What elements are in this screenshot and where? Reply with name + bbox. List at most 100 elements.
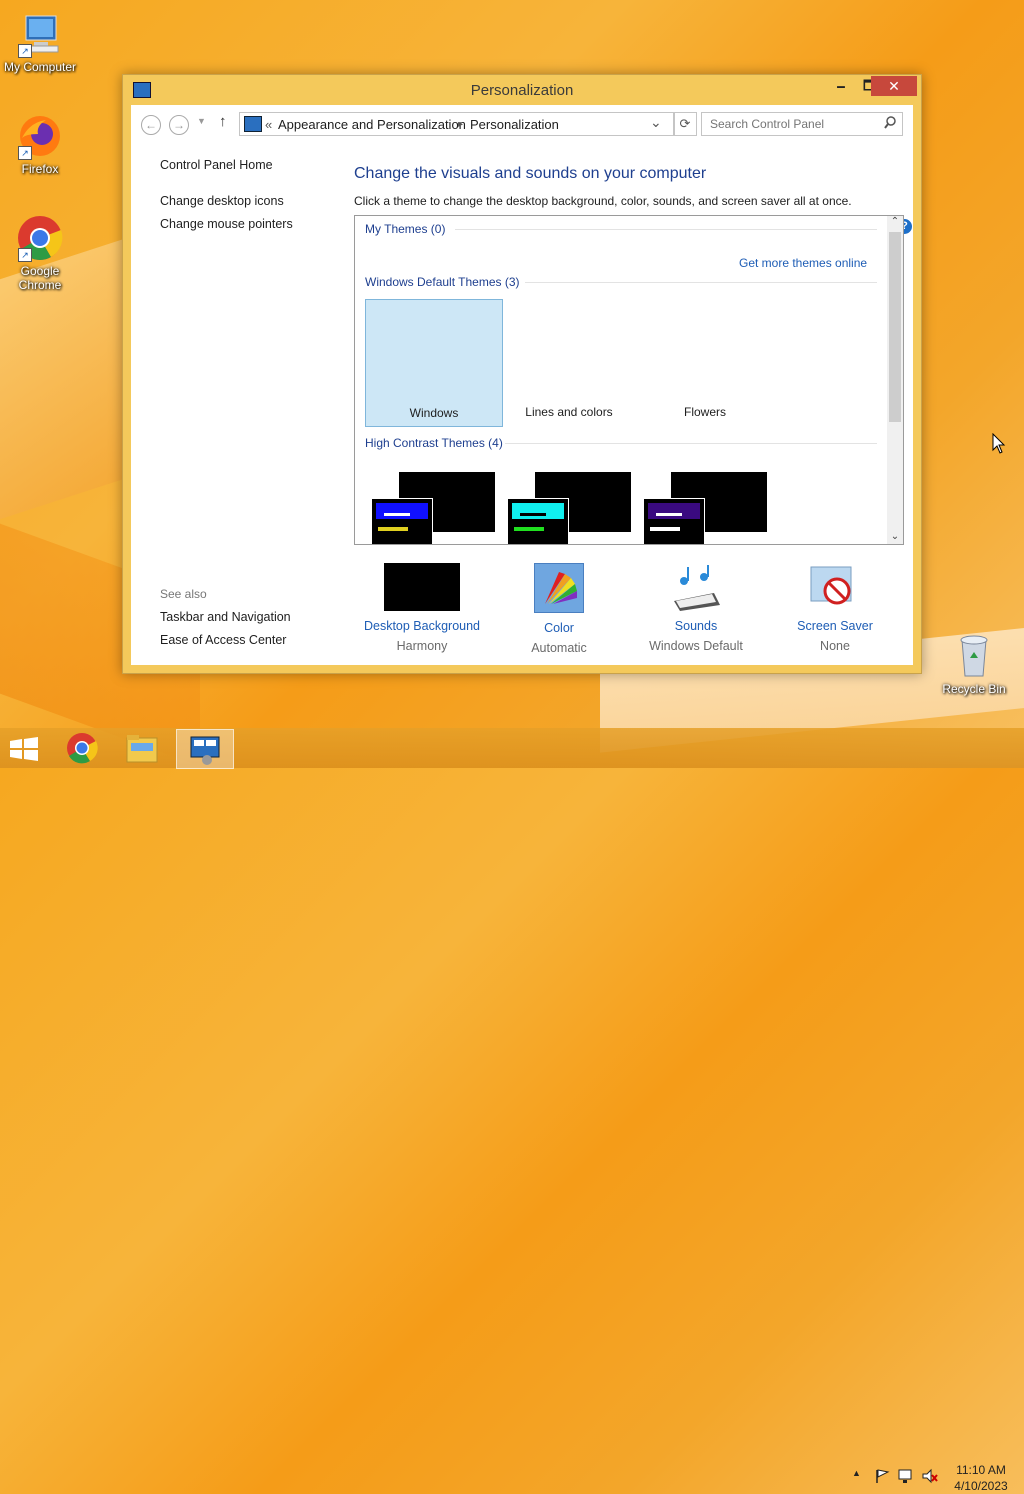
windows-logo-icon	[10, 737, 38, 761]
my-themes-header[interactable]: My Themes (0)	[365, 222, 445, 236]
up-button[interactable]: ↑	[219, 113, 227, 130]
back-button[interactable]: ←	[141, 115, 161, 135]
scroll-down-icon[interactable]: ⌄	[887, 531, 903, 542]
hc-title-line	[520, 513, 546, 516]
default-themes-header[interactable]: Windows Default Themes (3)	[365, 275, 520, 289]
personalization-window: Personalization 🗕 🗖 ✕ ← → ▼ ↑ « Appearan…	[122, 74, 922, 674]
chrome-icon: ↗	[16, 214, 64, 262]
breadcrumb-arrow-icon[interactable]: ▸	[458, 119, 463, 130]
hc-preview-front	[371, 498, 433, 544]
desktop-icon-google-chrome[interactable]: ↗ Google Chrome	[0, 214, 80, 292]
folder-icon	[126, 735, 158, 763]
screen-saver-setting[interactable]: Screen Saver None	[770, 563, 900, 653]
divider	[455, 229, 877, 230]
tray-overflow-icon[interactable]: ▲	[852, 1468, 861, 1478]
network-icon[interactable]	[898, 1468, 914, 1487]
taskbar: ▲ 11:10 AM 4/10/2023	[0, 728, 1024, 1493]
title-bar[interactable]: Personalization 🗕 🗖 ✕	[123, 75, 921, 105]
scroll-up-icon[interactable]: ⌃	[887, 216, 903, 227]
change-desktop-icons-link[interactable]: Change desktop icons	[160, 194, 284, 208]
hc-title-bar	[512, 503, 564, 519]
setting-name: Sounds	[674, 619, 718, 633]
page-title: Change the visuals and sounds on your co…	[354, 165, 707, 182]
setting-value: Automatic	[531, 641, 587, 655]
recent-pages-chevron-icon[interactable]: ▼	[197, 116, 206, 126]
clock-time: 11:10 AM	[956, 1463, 1006, 1477]
high-contrast-header[interactable]: High Contrast Themes (4)	[365, 436, 503, 450]
hc-preview-front	[643, 498, 705, 544]
theme-high-contrast-2[interactable]	[501, 472, 637, 544]
desktop-icon-label: My Computer	[3, 60, 77, 74]
theme-high-contrast-1[interactable]	[365, 472, 501, 544]
setting-name: Color	[544, 621, 574, 635]
taskbar-navigation-link[interactable]: Taskbar and Navigation	[160, 610, 291, 624]
color-palette-icon	[534, 563, 584, 613]
refresh-button[interactable]: ⟳	[673, 112, 697, 136]
hc-text-line	[650, 527, 680, 531]
page-description: Click a theme to change the desktop back…	[354, 194, 852, 208]
desktop-background-setting[interactable]: Desktop Background Harmony	[357, 563, 487, 653]
theme-label: Flowers	[683, 405, 726, 419]
desktop-icon-my-computer[interactable]: ↗ My Computer	[0, 10, 80, 74]
setting-value: None	[820, 639, 850, 653]
desktop-icon-label: Google Chrome	[18, 264, 62, 292]
theme-windows[interactable]: Windows	[365, 299, 503, 427]
hc-title-bar	[648, 503, 700, 519]
breadcrumb-personalization[interactable]: Personalization	[470, 117, 559, 132]
recycle-bin-icon	[950, 632, 998, 680]
address-bar[interactable]: « Appearance and Personalization ▸ Perso…	[239, 112, 675, 136]
themes-scrollbar[interactable]: ⌃ ⌄	[887, 216, 903, 544]
control-panel-home-link[interactable]: Control Panel Home	[160, 158, 273, 172]
firefox-icon: ↗	[16, 112, 64, 160]
start-button[interactable]	[0, 729, 48, 767]
taskbar-chrome[interactable]	[58, 729, 106, 767]
hc-preview-front	[507, 498, 569, 544]
taskbar-control-panel[interactable]	[176, 729, 234, 769]
search-input[interactable]	[708, 116, 872, 132]
breadcrumb-overflow[interactable]: «	[265, 117, 272, 132]
volume-muted-icon[interactable]	[922, 1468, 938, 1487]
setting-name: Screen Saver	[797, 619, 873, 633]
address-dropdown-icon[interactable]: ⌄	[650, 114, 662, 131]
control-panel-icon	[190, 736, 220, 765]
theme-flowers[interactable]: Flowers	[637, 299, 773, 425]
color-setting[interactable]: Color Automatic	[494, 563, 624, 655]
setting-value: Windows Default	[649, 639, 743, 653]
ease-of-access-link[interactable]: Ease of Access Center	[160, 633, 286, 647]
hc-text-line	[514, 527, 544, 531]
get-more-themes-link[interactable]: Get more themes online	[739, 256, 867, 270]
theme-lines-and-colors[interactable]: Lines and colors	[501, 299, 637, 425]
setting-name: Desktop Background	[363, 619, 481, 633]
theme-label: Lines and colors	[525, 405, 613, 419]
screen-saver-icon	[797, 563, 873, 611]
taskbar-file-explorer[interactable]	[118, 729, 166, 767]
sounds-setting[interactable]: Sounds Windows Default	[631, 563, 761, 653]
forward-button[interactable]: →	[169, 115, 189, 135]
theme-label: Windows	[409, 406, 459, 420]
minimize-button[interactable]: 🗕	[827, 76, 855, 96]
close-button[interactable]: ✕	[871, 76, 917, 96]
desktop-icon-label: Recycle Bin	[942, 682, 1006, 696]
desktop-icon-firefox[interactable]: ↗ Firefox	[0, 112, 80, 176]
divider	[505, 443, 877, 444]
search-box[interactable]	[701, 112, 903, 136]
clock-date: 4/10/2023	[954, 1479, 1008, 1493]
breadcrumb-appearance[interactable]: Appearance and Personalization	[278, 117, 466, 132]
scroll-thumb[interactable]	[889, 232, 901, 422]
computer-icon: ↗	[16, 10, 64, 58]
clock[interactable]: 11:10 AM 4/10/2023	[948, 1462, 1014, 1494]
search-icon[interactable]	[884, 116, 896, 133]
desktop-icon-label: Firefox	[21, 162, 59, 176]
change-mouse-pointers-link[interactable]: Change mouse pointers	[160, 217, 293, 231]
see-also-label: See also	[160, 587, 207, 601]
window-title: Personalization	[470, 82, 574, 99]
hc-title-bar	[376, 503, 428, 519]
themes-list: My Themes (0) Get more themes online Win…	[354, 215, 904, 545]
action-center-flag-icon[interactable]	[874, 1468, 890, 1487]
theme-high-contrast-3[interactable]	[637, 472, 773, 544]
desktop-icon-recycle-bin[interactable]: Recycle Bin	[934, 632, 1014, 696]
desktop-background-icon	[384, 563, 460, 611]
divider	[525, 282, 877, 283]
window-content: ← → ▼ ↑ « Appearance and Personalization…	[131, 105, 913, 665]
hc-title-line	[384, 513, 410, 516]
